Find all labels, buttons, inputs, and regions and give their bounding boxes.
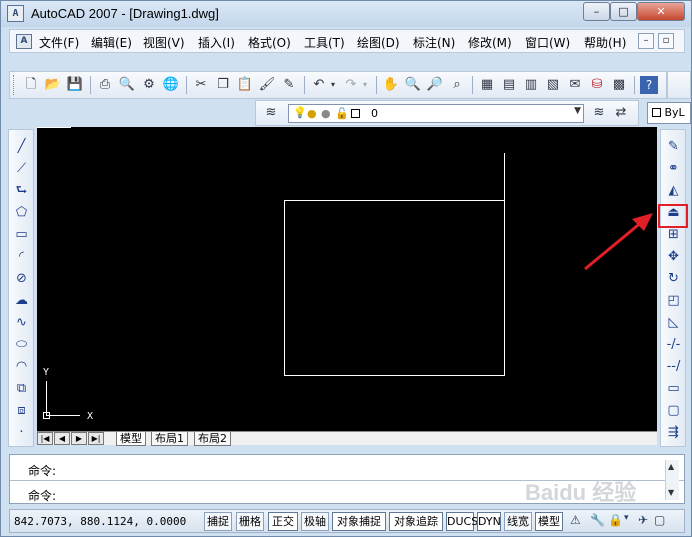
- arrow-shaft: [584, 219, 644, 271]
- autocad-window: A AutoCAD 2007 - [Drawing1.dwg] – □ ✕ A …: [0, 0, 692, 537]
- annotation-arrow: [584, 213, 653, 271]
